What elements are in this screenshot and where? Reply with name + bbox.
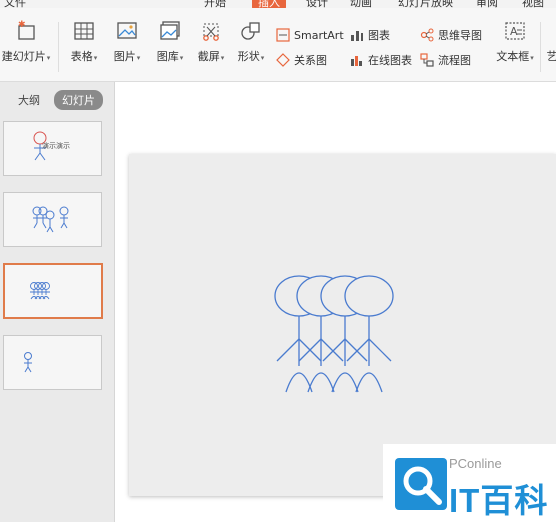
picture-button[interactable]: 图片▾	[108, 20, 146, 64]
flowchart-icon	[420, 53, 434, 67]
art-text-button[interactable]: 艺	[545, 20, 556, 64]
stick-figures-icon	[30, 282, 50, 300]
slide-thumbnail-1[interactable]: 演示演示	[3, 121, 102, 176]
mindmap-icon	[420, 28, 434, 42]
scissors-icon	[200, 20, 222, 42]
picture-label: 图片	[113, 50, 136, 63]
magnifier-logo-icon	[395, 458, 447, 510]
shapes-icon	[240, 20, 262, 42]
flowchart-label: 流程图	[438, 54, 471, 67]
stick-figures-icon	[32, 206, 69, 233]
online-chart-label: 在线图表	[368, 54, 412, 67]
svg-text:✱: ✱	[18, 20, 26, 30]
ribbon-separator	[540, 22, 541, 72]
mindmap-button[interactable]: 思维导图	[420, 26, 482, 44]
chart-label: 图表	[368, 29, 390, 42]
stick-figure-icon	[24, 352, 32, 373]
tab-outline[interactable]: 大纲	[18, 92, 40, 108]
table-icon	[73, 20, 95, 42]
textbox-button[interactable]: A 文本框▾	[494, 20, 536, 64]
new-slide-icon: ✱	[15, 20, 37, 42]
slide-thumbnail-2[interactable]	[3, 192, 102, 247]
menu-design[interactable]: 设计	[306, 0, 328, 8]
shape-button[interactable]: 形状▾	[232, 20, 270, 64]
relation-button[interactable]: 关系图	[276, 51, 327, 69]
svg-text:A: A	[510, 25, 518, 38]
watermark-title: IT百科	[449, 482, 549, 519]
relation-label: 关系图	[294, 54, 327, 67]
smartart-label: SmartArt	[294, 28, 344, 42]
slide-thumbnail-4[interactable]	[3, 335, 102, 390]
tab-slides[interactable]: 幻灯片	[54, 90, 103, 110]
textbox-label: 文本框	[496, 50, 530, 63]
flowchart-button[interactable]: 流程图	[420, 51, 471, 69]
new-slide-button[interactable]: ✱ 建幻灯片▾	[0, 20, 52, 64]
picture-icon	[116, 20, 138, 42]
watermark-brand: PConline	[449, 456, 502, 471]
table-button[interactable]: 表格▾	[64, 20, 104, 64]
slide-thumbnail-3[interactable]	[3, 263, 103, 319]
menu-insert[interactable]: 插入	[252, 0, 286, 8]
gallery-label: 图库	[156, 50, 179, 63]
slide-panel: 大纲 幻灯片 演示演示	[0, 82, 115, 522]
ribbon-separator	[58, 22, 59, 72]
chart-button[interactable]: 图表	[350, 26, 390, 44]
menu-bar: 文件 开始 插入 设计 动画 幻灯片放映 审阅 视图	[0, 0, 556, 8]
mindmap-label: 思维导图	[438, 29, 482, 42]
new-slide-label: 建幻灯片	[1, 50, 46, 63]
menu-file[interactable]: 文件	[4, 0, 26, 8]
screenshot-button[interactable]: 截屏▾	[192, 20, 230, 64]
watermark-logo: PConline IT百科	[383, 444, 556, 522]
menu-review[interactable]: 审阅	[476, 0, 498, 8]
menu-home[interactable]: 开始	[204, 0, 226, 8]
art-text-label: 艺	[546, 50, 556, 63]
menu-view[interactable]: 视图	[522, 0, 544, 8]
menu-slideshow[interactable]: 幻灯片放映	[398, 0, 453, 8]
gallery-icon	[159, 20, 181, 42]
relation-icon	[276, 53, 290, 67]
shape-label: 形状	[237, 50, 260, 63]
bar-chart-icon	[350, 28, 364, 42]
table-label: 表格	[70, 50, 93, 63]
textbox-icon: A	[504, 20, 526, 42]
menu-animation[interactable]: 动画	[350, 0, 372, 8]
online-chart-button[interactable]: 在线图表	[350, 51, 412, 69]
smartart-icon	[276, 28, 290, 42]
thumbnail-caption: 演示演示	[42, 142, 70, 150]
gallery-button[interactable]: 图库▾	[150, 20, 190, 64]
smartart-button[interactable]: SmartArt	[276, 26, 344, 44]
ribbon-insert: ✱ 建幻灯片▾ 表格▾ 图片▾ 图库▾ 截屏▾ 形状▾ SmartArt 图表 …	[0, 8, 556, 82]
screenshot-label: 截屏	[197, 50, 220, 63]
online-chart-icon	[350, 53, 364, 67]
